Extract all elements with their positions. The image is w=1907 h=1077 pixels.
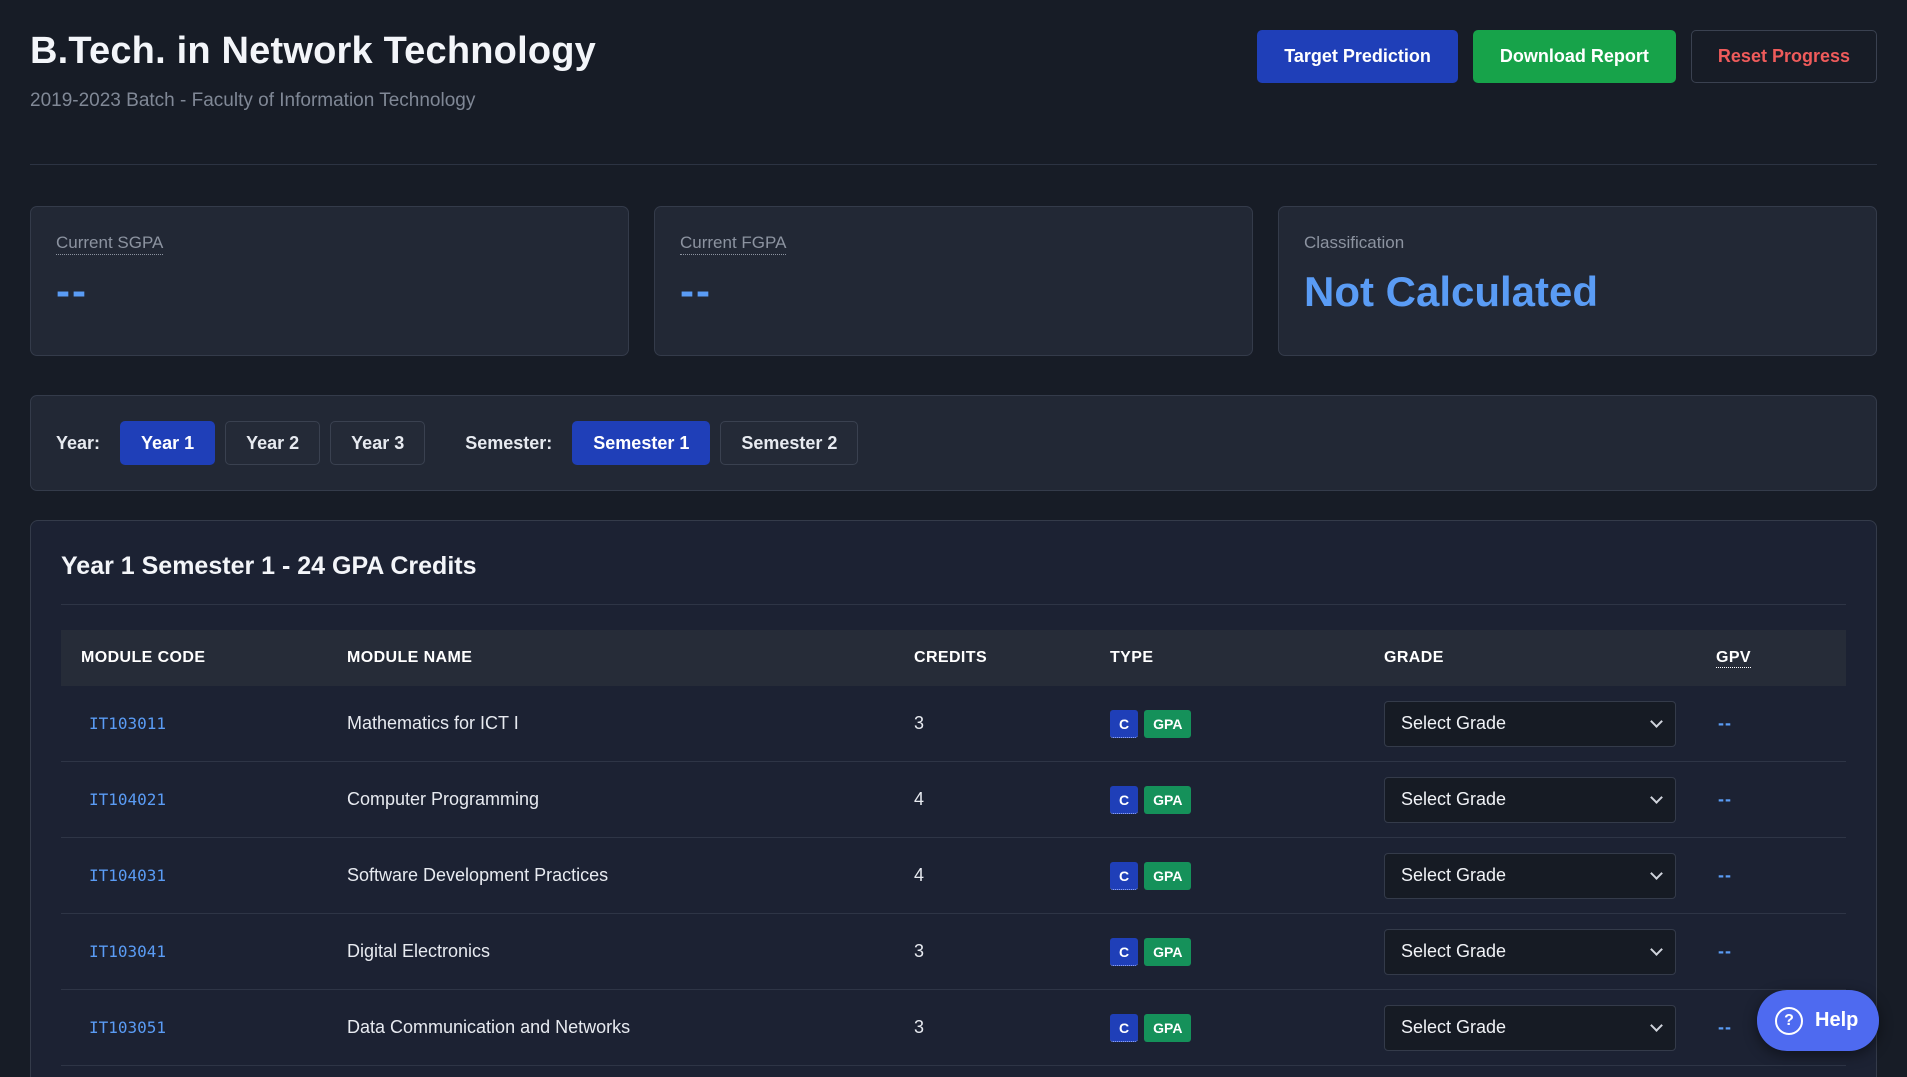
- col-grade: GRADE: [1384, 649, 1444, 666]
- grade-select-value: Select Grade: [1401, 1017, 1507, 1037]
- gpv-value: --: [1718, 865, 1732, 885]
- help-label: Help: [1815, 1009, 1859, 1031]
- classification-label: Classification: [1304, 233, 1405, 252]
- module-name: Mathematics for ICT I: [347, 713, 519, 733]
- type-gpa-badge: GPA: [1144, 785, 1192, 814]
- module-credits: 4: [914, 865, 925, 885]
- module-code: IT103011: [89, 714, 167, 733]
- page-header: B.Tech. in Network Technology 2019-2023 …: [30, 0, 1877, 165]
- semester-label: Semester:: [465, 432, 553, 453]
- year-label: Year:: [56, 432, 101, 453]
- module-name: Software Development Practices: [347, 865, 609, 885]
- download-report-button[interactable]: Download Report: [1472, 30, 1676, 83]
- page-subtitle: 2019-2023 Batch - Faculty of Information…: [30, 90, 476, 111]
- year-2-button[interactable]: Year 2: [225, 421, 321, 465]
- sgpa-value: --: [56, 267, 88, 314]
- stats-row: Current SGPA -- Current FGPA -- Classifi…: [30, 206, 1877, 356]
- module-code: IT104021: [89, 790, 167, 809]
- gpv-value: --: [1718, 1017, 1732, 1037]
- table-row: IT104031 Software Development Practices …: [61, 838, 1846, 914]
- type-gpa-badge: GPA: [1144, 937, 1192, 966]
- classification-card: Classification Not Calculated: [1278, 206, 1877, 356]
- col-module-name: MODULE NAME: [347, 649, 473, 666]
- help-button[interactable]: ? Help: [1757, 990, 1879, 1051]
- table-row: IT103041 Digital Electronics 3 C GPA Sele…: [61, 914, 1846, 990]
- grade-select[interactable]: Select Grade: [1384, 1004, 1676, 1051]
- type-compulsory-badge[interactable]: C: [1110, 785, 1139, 814]
- type-compulsory-badge[interactable]: C: [1110, 709, 1139, 738]
- fgpa-card: Current FGPA --: [654, 206, 1253, 356]
- year-3-button[interactable]: Year 3: [330, 421, 426, 465]
- fgpa-label[interactable]: Current FGPA: [680, 233, 787, 255]
- col-gpv[interactable]: GPV: [1716, 649, 1751, 668]
- module-name: Data Communication and Networks: [347, 1017, 631, 1037]
- table-row: IT103051 Data Communication and Networks…: [61, 990, 1846, 1066]
- module-credits: 3: [914, 1017, 925, 1037]
- col-credits: CREDITS: [914, 649, 988, 666]
- col-type: TYPE: [1110, 649, 1154, 666]
- sgpa-card: Current SGPA --: [30, 206, 629, 356]
- modules-table: MODULE CODE MODULE NAME CREDITS TYPE GRA…: [61, 630, 1846, 1066]
- module-credits: 3: [914, 941, 925, 961]
- header-actions: Target Prediction Download Report Reset …: [1257, 30, 1877, 83]
- modules-panel: Year 1 Semester 1 - 24 GPA Credits MODUL…: [30, 520, 1877, 1077]
- col-module-code: MODULE CODE: [81, 649, 206, 666]
- type-compulsory-badge[interactable]: C: [1110, 1013, 1139, 1042]
- module-name: Computer Programming: [347, 789, 540, 809]
- classification-value: Not Calculated: [1304, 268, 1599, 315]
- grade-select-value: Select Grade: [1401, 865, 1507, 885]
- chevron-down-icon: [1650, 942, 1663, 956]
- fgpa-value: --: [680, 267, 712, 314]
- semester-1-button[interactable]: Semester 1: [572, 421, 711, 465]
- year-1-button[interactable]: Year 1: [120, 421, 216, 465]
- grade-select[interactable]: Select Grade: [1384, 852, 1676, 899]
- table-header: MODULE CODE MODULE NAME CREDITS TYPE GRA…: [61, 630, 1846, 686]
- module-credits: 4: [914, 789, 925, 809]
- table-row: IT103011 Mathematics for ICT I 3 C GPA Se…: [61, 686, 1846, 762]
- chevron-down-icon: [1650, 1018, 1663, 1032]
- semester-2-button[interactable]: Semester 2: [720, 421, 859, 465]
- sgpa-label[interactable]: Current SGPA: [56, 233, 164, 255]
- chevron-down-icon: [1650, 714, 1663, 728]
- grade-select[interactable]: Select Grade: [1384, 776, 1676, 823]
- module-credits: 3: [914, 713, 925, 733]
- type-gpa-badge: GPA: [1144, 861, 1192, 890]
- chevron-down-icon: [1650, 866, 1663, 880]
- module-code: IT103041: [89, 942, 167, 961]
- chevron-down-icon: [1650, 790, 1663, 804]
- question-circle-icon: ?: [1775, 1006, 1803, 1035]
- type-compulsory-badge[interactable]: C: [1110, 937, 1139, 966]
- page-title: B.Tech. in Network Technology: [30, 30, 597, 72]
- grade-select-value: Select Grade: [1401, 941, 1507, 961]
- grade-select-value: Select Grade: [1401, 789, 1507, 809]
- reset-progress-button[interactable]: Reset Progress: [1690, 30, 1877, 83]
- type-gpa-badge: GPA: [1144, 1013, 1192, 1042]
- panel-title: Year 1 Semester 1 - 24 GPA Credits: [61, 521, 1846, 605]
- gpv-value: --: [1718, 713, 1732, 733]
- type-compulsory-badge[interactable]: C: [1110, 861, 1139, 890]
- type-gpa-badge: GPA: [1144, 709, 1192, 738]
- table-row: IT104021 Computer Programming 4 C GPA Sel…: [61, 762, 1846, 838]
- module-name: Digital Electronics: [347, 941, 491, 961]
- grade-select[interactable]: Select Grade: [1384, 700, 1676, 747]
- year-semester-selector: Year: Year 1 Year 2 Year 3 Semester: Sem…: [30, 395, 1877, 491]
- grade-select[interactable]: Select Grade: [1384, 928, 1676, 975]
- page: B.Tech. in Network Technology 2019-2023 …: [0, 0, 1907, 1077]
- gpv-value: --: [1718, 789, 1732, 809]
- target-prediction-button[interactable]: Target Prediction: [1257, 30, 1458, 83]
- module-code: IT103051: [89, 1018, 167, 1037]
- grade-select-value: Select Grade: [1401, 713, 1507, 733]
- module-code: IT104031: [89, 866, 167, 885]
- gpv-value: --: [1718, 941, 1732, 961]
